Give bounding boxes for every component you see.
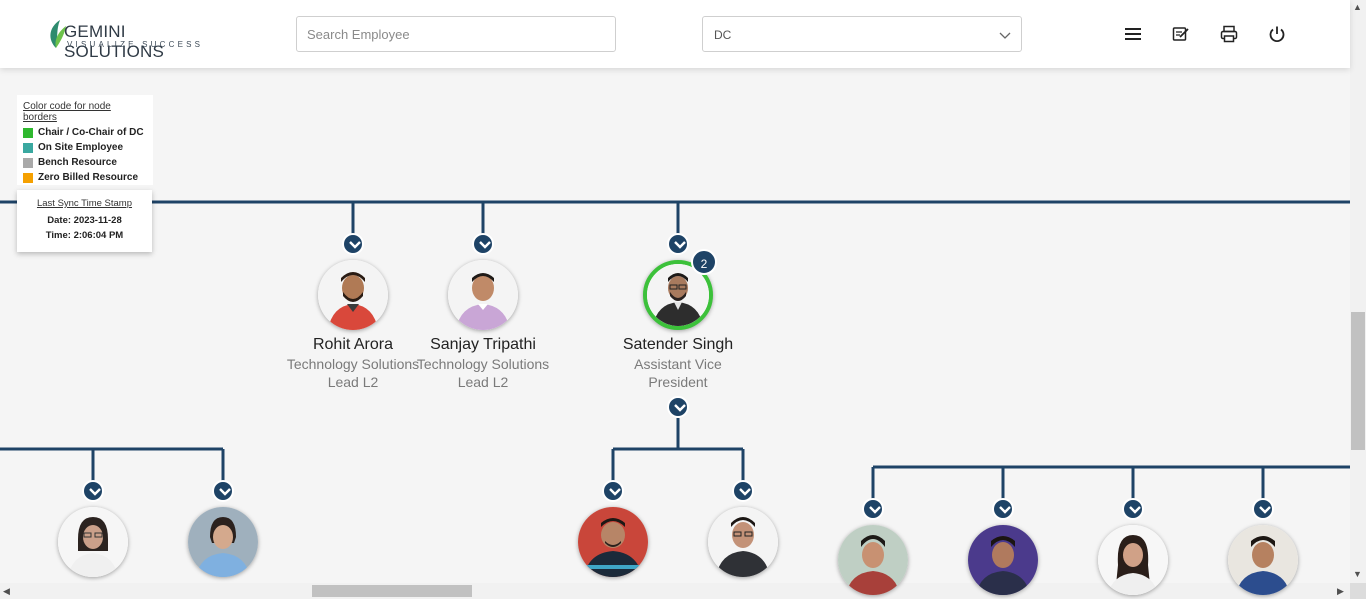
person-photo-icon	[1098, 525, 1168, 595]
vertical-scrollbar-thumb[interactable]	[1351, 312, 1365, 450]
chevron-down-icon	[869, 506, 881, 514]
logo-tagline: VISUALIZE SUCCESS	[67, 40, 204, 49]
employee-avatar[interactable]	[188, 507, 258, 577]
org-chart-canvas[interactable]: Rohit Arora Technology Solutions Lead L2…	[0, 68, 1350, 595]
employee-avatar[interactable]	[318, 260, 388, 330]
employee-avatar[interactable]	[1098, 525, 1168, 595]
employee-title: Technology Solutions Lead L2	[416, 356, 550, 390]
expand-toggle-button[interactable]	[82, 480, 104, 502]
legend-item-label: Bench Resource	[38, 157, 117, 168]
person-photo-icon	[58, 507, 128, 577]
legend-item-label: Chair / Co-Chair of DC	[38, 127, 144, 138]
employee-avatar[interactable]	[968, 525, 1038, 595]
employee-title: Assistant Vice President	[634, 356, 722, 390]
expand-toggle-button[interactable]	[992, 498, 1014, 520]
person-photo-icon	[1228, 525, 1298, 595]
scroll-left-arrow-icon[interactable]: ◀	[3, 586, 10, 596]
expand-toggle-button[interactable]	[667, 396, 689, 418]
legend-item: Zero Billed Resource	[23, 172, 147, 183]
scroll-down-arrow-icon[interactable]: ▼	[1353, 569, 1362, 579]
legend-item: Chair / Co-Chair of DC	[23, 127, 147, 138]
chevron-down-icon	[999, 506, 1011, 514]
legend-title: Color code for node borders	[23, 101, 111, 123]
person-photo-icon	[578, 507, 648, 577]
expand-toggle-button[interactable]	[862, 498, 884, 520]
person-photo-icon	[968, 525, 1038, 595]
chevron-down-icon	[739, 488, 751, 496]
employee-avatar[interactable]	[448, 260, 518, 330]
expand-toggle-button[interactable]	[472, 233, 494, 255]
person-photo-icon	[188, 507, 258, 577]
person-photo-icon	[838, 525, 908, 595]
employee-title: Technology Solutions Lead L2	[286, 356, 420, 390]
employee-avatar[interactable]	[1228, 525, 1298, 595]
employee-avatar[interactable]	[578, 507, 648, 577]
legend-item: On Site Employee	[23, 142, 147, 153]
color-swatch	[23, 172, 33, 183]
expand-toggle-button[interactable]	[667, 233, 689, 255]
sync-title: Last Sync Time Stamp	[36, 198, 133, 209]
last-sync-card: Last Sync Time Stamp Date: 2023-11-28 Ti…	[17, 190, 152, 252]
search-employee-input[interactable]	[296, 16, 616, 52]
expand-toggle-button[interactable]	[212, 480, 234, 502]
chevron-down-icon	[479, 241, 491, 249]
employee-name: Satender Singh	[622, 336, 734, 353]
color-swatch	[23, 142, 33, 153]
legend-item-label: On Site Employee	[38, 142, 124, 153]
dc-select-value: DC	[714, 28, 732, 42]
direct-reports-count-badge: 2	[691, 249, 717, 275]
scroll-right-arrow-icon[interactable]: ▶	[1337, 586, 1344, 596]
legend-item: Bench Resource	[23, 157, 147, 168]
expand-toggle-button[interactable]	[602, 480, 624, 502]
color-swatch	[23, 127, 33, 138]
border-color-legend: Color code for node borders Chair / Co-C…	[17, 95, 153, 185]
chevron-down-icon	[1259, 506, 1271, 514]
expand-toggle-button[interactable]	[732, 480, 754, 502]
sync-date: Date: 2023-11-28	[47, 215, 122, 226]
expand-toggle-button[interactable]	[1122, 498, 1144, 520]
person-photo-icon	[318, 260, 388, 330]
menu-icon[interactable]	[1123, 24, 1143, 44]
scrollbar-corner	[1350, 583, 1366, 599]
horizontal-scrollbar-thumb[interactable]	[312, 585, 472, 597]
employee-avatar[interactable]	[58, 507, 128, 577]
expand-toggle-button[interactable]	[1252, 498, 1274, 520]
sync-time: Time: 2:06:04 PM	[45, 230, 124, 241]
person-photo-icon	[448, 260, 518, 330]
expand-toggle-button[interactable]	[342, 233, 364, 255]
employee-avatar[interactable]	[708, 507, 778, 577]
scroll-up-arrow-icon[interactable]: ▲	[1353, 2, 1362, 12]
chevron-down-icon	[999, 32, 1011, 39]
person-photo-icon	[708, 507, 778, 577]
vertical-scrollbar[interactable]	[1350, 0, 1366, 583]
power-icon[interactable]	[1267, 24, 1287, 44]
chevron-down-icon	[219, 488, 231, 496]
chevron-down-icon	[1129, 506, 1141, 514]
legend-item-label: Zero Billed Resource	[38, 172, 139, 183]
print-icon[interactable]	[1219, 24, 1239, 44]
employee-name: Rohit Arora	[312, 336, 394, 353]
edit-note-icon[interactable]	[1171, 24, 1191, 44]
chevron-down-icon	[349, 241, 361, 249]
dc-select[interactable]: DC	[702, 16, 1022, 52]
employee-name: Sanjay Tripathi	[430, 336, 536, 353]
color-swatch	[23, 157, 33, 168]
chevron-down-icon	[609, 488, 621, 496]
top-header: GEMINI SOLUTIONS VISUALIZE SUCCESS DC	[0, 0, 1350, 68]
employee-avatar[interactable]	[838, 525, 908, 595]
chevron-down-icon	[674, 241, 686, 249]
company-logo[interactable]: GEMINI SOLUTIONS VISUALIZE SUCCESS	[46, 18, 216, 61]
chevron-down-icon	[89, 488, 101, 496]
chevron-down-icon	[674, 404, 686, 412]
